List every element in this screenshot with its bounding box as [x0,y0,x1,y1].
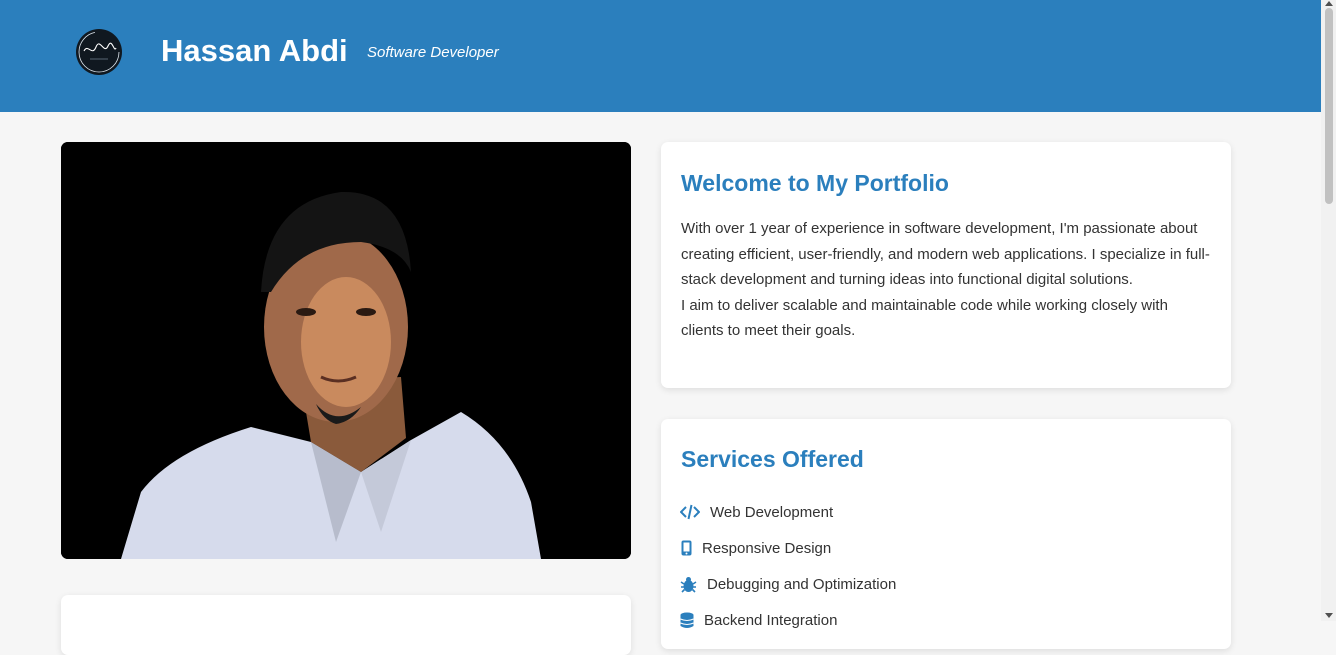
site-tagline: Software Developer [367,44,499,61]
service-item-web-development: Web Development [680,494,896,530]
welcome-paragraph: With over 1 year of experience in softwa… [681,216,1211,344]
service-label: Web Development [710,503,834,521]
service-item-backend-integration: Backend Integration [680,602,896,638]
site-name: Hassan Abdi [161,33,348,68]
services-card: Services Offered Web Development Respons… [661,419,1231,649]
welcome-title: Welcome to My Portfolio [681,170,949,196]
bug-icon [680,575,697,593]
service-item-responsive-design: Responsive Design [680,530,896,566]
scroll-up-arrow-icon[interactable] [1325,1,1333,6]
database-icon [680,611,694,629]
service-label: Responsive Design [702,539,832,557]
welcome-card: Welcome to My Portfolio With over 1 year… [661,142,1231,388]
mobile-icon [680,539,692,557]
profile-photo [61,142,631,559]
service-item-debugging: Debugging and Optimization [680,566,896,602]
service-label: Debugging and Optimization [707,575,897,593]
welcome-paragraph-2: I aim to deliver scalable and maintainab… [681,296,1168,340]
code-icon [680,503,700,521]
scroll-down-arrow-icon[interactable] [1325,613,1333,618]
scrollbar-thumb[interactable] [1325,8,1333,204]
signature-logo-icon[interactable] [76,29,122,75]
service-label: Backend Integration [704,611,838,629]
services-list: Web Development Responsive Design Debugg… [680,494,896,638]
site-header: Hassan Abdi Software Developer [0,0,1321,112]
next-section-card [61,595,631,655]
services-title: Services Offered [681,446,864,472]
welcome-paragraph-1: With over 1 year of experience in softwa… [681,220,1210,289]
